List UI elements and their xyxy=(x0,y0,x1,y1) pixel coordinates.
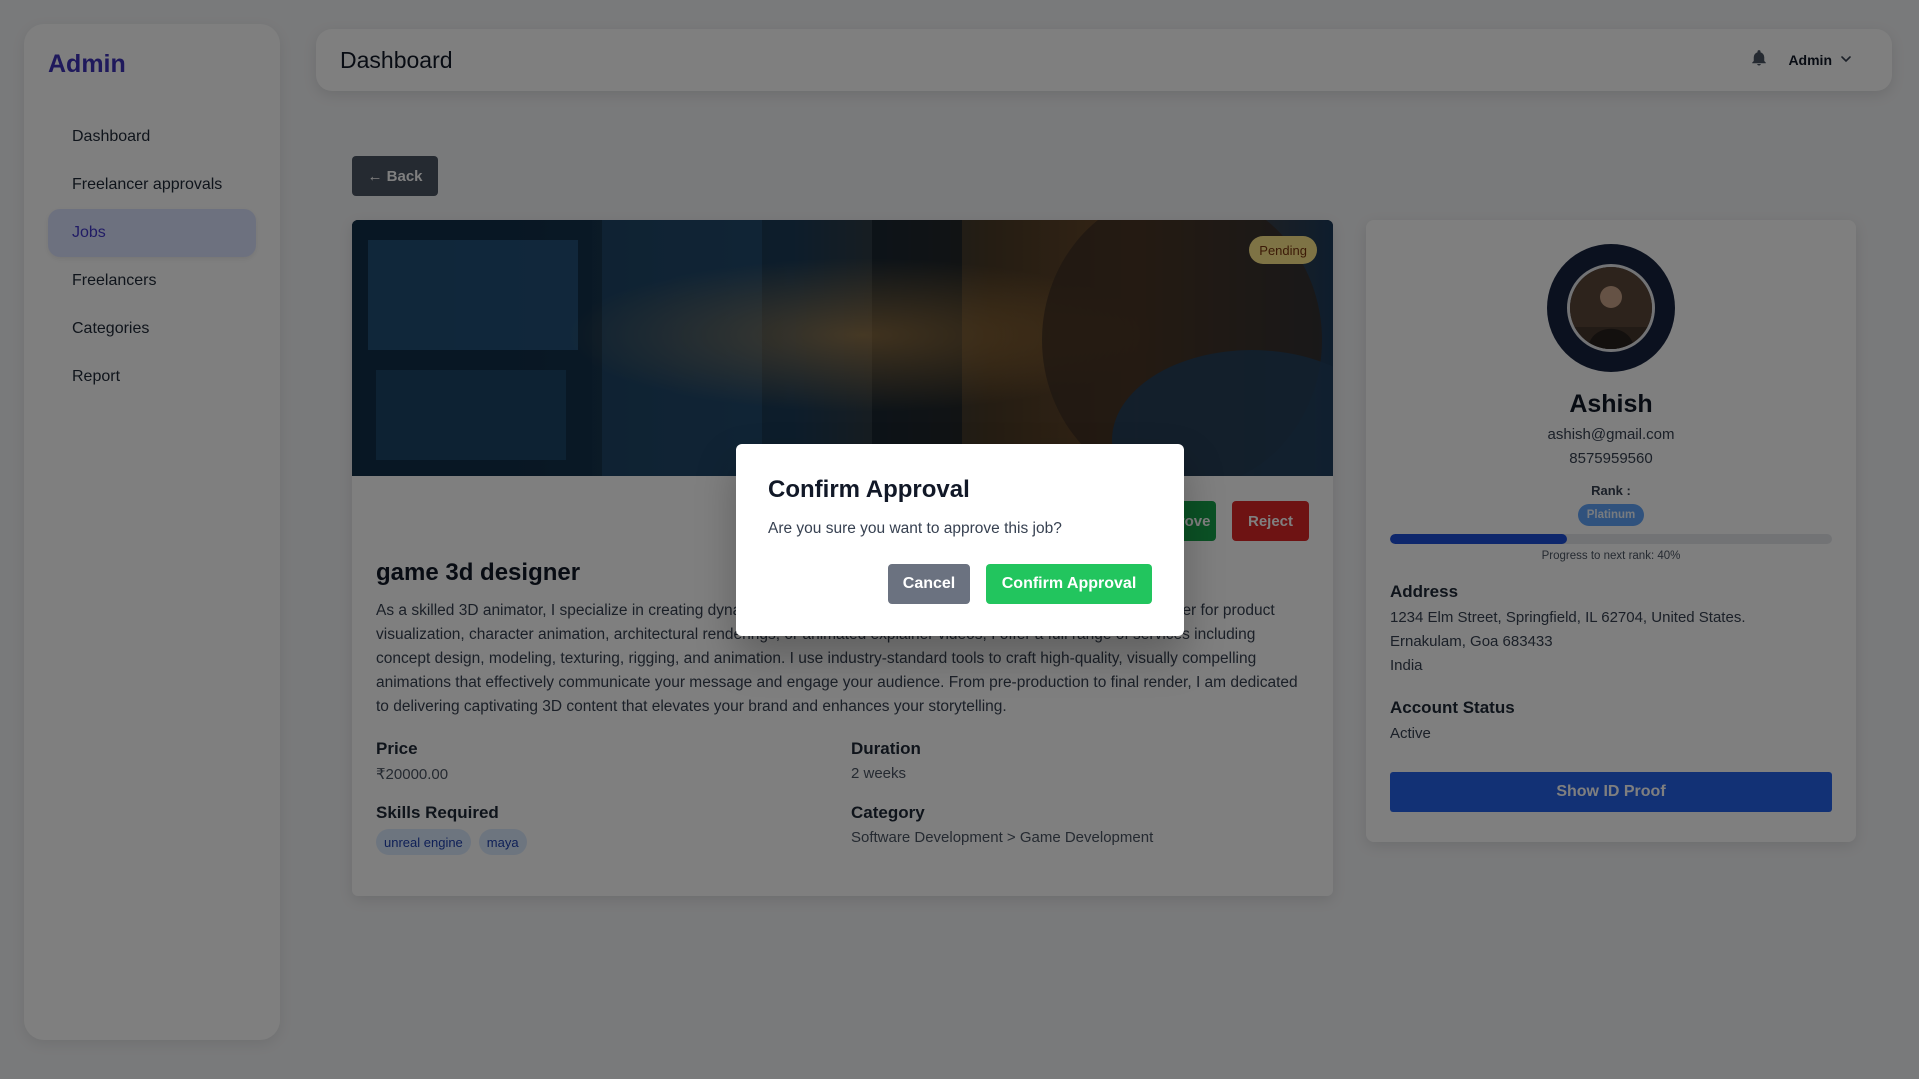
app: Admin Dashboard Freelancer approvals Job… xyxy=(0,0,1919,1079)
modal-actions: Cancel Confirm Approval xyxy=(888,564,1152,604)
cancel-button[interactable]: Cancel xyxy=(888,564,970,604)
modal-message: Are you sure you want to approve this jo… xyxy=(768,520,1062,537)
confirm-approval-modal: Confirm Approval Are you sure you want t… xyxy=(736,444,1184,636)
modal-title: Confirm Approval xyxy=(768,476,970,503)
confirm-approval-button[interactable]: Confirm Approval xyxy=(986,564,1152,604)
